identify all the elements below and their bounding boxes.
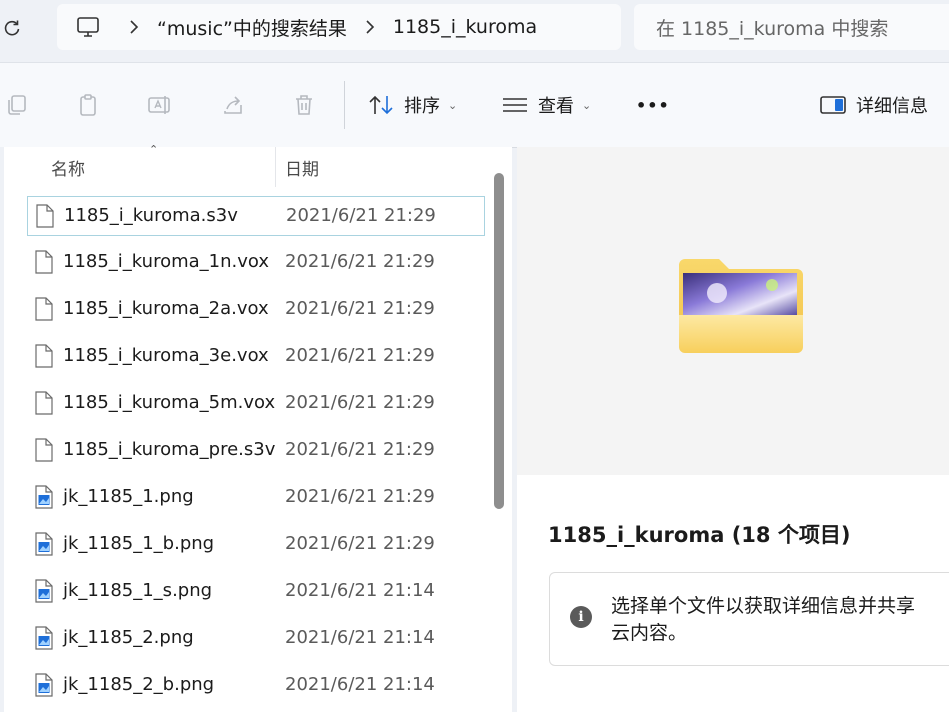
column-divider[interactable] — [275, 147, 276, 187]
details-label: 详细信息 — [856, 96, 928, 117]
file-row[interactable]: jk_1185_1_b.png 2021/6/21 21:29 — [27, 525, 485, 565]
details-pane-button[interactable]: 详细信息 — [820, 85, 928, 125]
document-file-icon — [35, 344, 53, 368]
document-file-icon — [36, 204, 54, 228]
file-date: 2021/6/21 21:29 — [285, 439, 435, 460]
sort-label: 排序 — [404, 96, 440, 117]
file-list: ⌃ 名称 日期 1185_i_kuroma.s3v 2021/6/21 21:29… — [0, 143, 512, 712]
breadcrumb-current-folder[interactable]: 1185_i_kuroma — [385, 16, 545, 38]
file-name: 1185_i_kuroma_5m.vox — [63, 392, 276, 413]
file-date: 2021/6/21 21:29 — [285, 345, 435, 366]
file-row[interactable]: 1185_i_kuroma_2a.vox 2021/6/21 21:29 — [27, 290, 485, 330]
details-pane-icon — [820, 95, 846, 115]
file-name: 1185_i_kuroma_pre.s3v — [63, 439, 276, 460]
file-name: jk_1185_2_b.png — [63, 674, 215, 695]
file-row[interactable]: 1185_i_kuroma.s3v 2021/6/21 21:29 — [27, 196, 485, 236]
file-row[interactable]: 1185_i_kuroma_5m.vox 2021/6/21 21:29 — [27, 384, 485, 424]
file-date: 2021/6/21 21:29 — [285, 251, 435, 272]
info-icon: i — [570, 606, 592, 628]
file-row[interactable]: 1185_i_kuroma_1n.vox 2021/6/21 21:29 — [27, 243, 485, 283]
file-row[interactable]: jk_1185_2_b.png 2021/6/21 21:14 — [27, 666, 485, 706]
image-file-icon — [35, 626, 53, 650]
document-file-icon — [35, 297, 53, 321]
file-name: 1185_i_kuroma_3e.vox — [63, 345, 269, 366]
address-bar: “music”中的搜索结果 1185_i_kuroma 在 1185_i_kur… — [0, 0, 949, 58]
file-date: 2021/6/21 21:14 — [285, 580, 435, 601]
breadcrumb: “music”中的搜索结果 1185_i_kuroma — [57, 4, 621, 50]
rename-icon[interactable] — [146, 91, 174, 119]
file-date: 2021/6/21 21:29 — [285, 486, 435, 507]
file-date: 2021/6/21 21:29 — [286, 205, 436, 226]
toolbar-divider — [344, 81, 345, 129]
file-name: 1185_i_kuroma_2a.vox — [63, 298, 269, 319]
info-message: 选择单个文件以获取详细信息并共享云内容。 — [611, 595, 916, 644]
file-row[interactable]: 1185_i_kuroma_pre.s3v 2021/6/21 21:29 — [27, 431, 485, 471]
file-date: 2021/6/21 21:29 — [285, 533, 435, 554]
search-input[interactable]: 在 1185_i_kuroma 中搜索 — [634, 4, 949, 50]
file-name: jk_1185_1_b.png — [63, 533, 215, 554]
image-file-icon — [35, 673, 53, 697]
image-file-icon — [35, 579, 53, 603]
view-label: 查看 — [538, 96, 574, 117]
paste-icon[interactable] — [74, 91, 102, 119]
folder-title: 1185_i_kuroma (18 个项目) — [548, 523, 851, 547]
breadcrumb-search-results[interactable]: “music”中的搜索结果 — [149, 14, 355, 41]
file-name: jk_1185_1.png — [63, 486, 194, 507]
info-message-box: i 选择单个文件以获取详细信息并共享云内容。 — [549, 572, 949, 666]
file-row[interactable]: jk_1185_2.png 2021/6/21 21:14 — [27, 619, 485, 659]
pane-edge — [0, 147, 4, 712]
file-date: 2021/6/21 21:29 — [285, 392, 435, 413]
column-header-date[interactable]: 日期 — [285, 155, 319, 180]
file-row[interactable]: 1185_i_kuroma_3e.vox 2021/6/21 21:29 — [27, 337, 485, 377]
delete-icon[interactable] — [290, 91, 318, 119]
view-icon — [502, 96, 528, 114]
file-name: jk_1185_1_s.png — [63, 580, 213, 601]
computer-icon[interactable] — [57, 4, 119, 50]
column-header-row: ⌃ 名称 日期 — [0, 143, 490, 189]
image-file-icon — [35, 485, 53, 509]
command-bar: 排序 ⌄ 查看 ⌄ ••• 详细信息 — [0, 62, 949, 148]
file-name: 1185_i_kuroma_1n.vox — [63, 251, 270, 272]
file-row[interactable]: jk_1185_1.png 2021/6/21 21:29 — [27, 478, 485, 518]
chevron-down-icon: ⌄ — [582, 98, 592, 112]
document-file-icon — [35, 438, 53, 462]
file-name: 1185_i_kuroma.s3v — [64, 205, 238, 226]
copy-icon[interactable] — [3, 91, 31, 119]
share-icon[interactable] — [219, 91, 247, 119]
file-name: jk_1185_2.png — [63, 627, 194, 648]
chevron-right-icon[interactable] — [355, 20, 385, 34]
file-row[interactable]: jk_1185_1_s.png 2021/6/21 21:14 — [27, 572, 485, 612]
more-options-button[interactable]: ••• — [636, 85, 670, 125]
image-file-icon — [35, 532, 53, 556]
search-placeholder: 在 1185_i_kuroma 中搜索 — [656, 17, 889, 40]
file-date: 2021/6/21 21:14 — [285, 674, 435, 695]
more-icon: ••• — [636, 95, 670, 115]
document-file-icon — [35, 391, 53, 415]
chevron-down-icon: ⌄ — [448, 98, 458, 112]
refresh-icon[interactable] — [0, 15, 24, 41]
preview-area — [517, 147, 949, 475]
sort-ascending-icon: ⌃ — [149, 143, 159, 156]
details-area: 1185_i_kuroma (18 个项目) i 选择单个文件以获取详细信息并共… — [517, 475, 949, 712]
column-header-name[interactable]: 名称 — [51, 155, 85, 180]
sort-icon — [368, 94, 394, 116]
sort-button[interactable]: 排序 ⌄ — [368, 85, 457, 125]
chevron-right-icon[interactable] — [119, 20, 149, 34]
document-file-icon — [35, 250, 53, 274]
view-button[interactable]: 查看 ⌄ — [502, 85, 591, 125]
folder-thumbnail-icon — [677, 255, 805, 357]
file-date: 2021/6/21 21:29 — [285, 298, 435, 319]
scrollbar-thumb[interactable] — [494, 173, 504, 509]
file-date: 2021/6/21 21:14 — [285, 627, 435, 648]
